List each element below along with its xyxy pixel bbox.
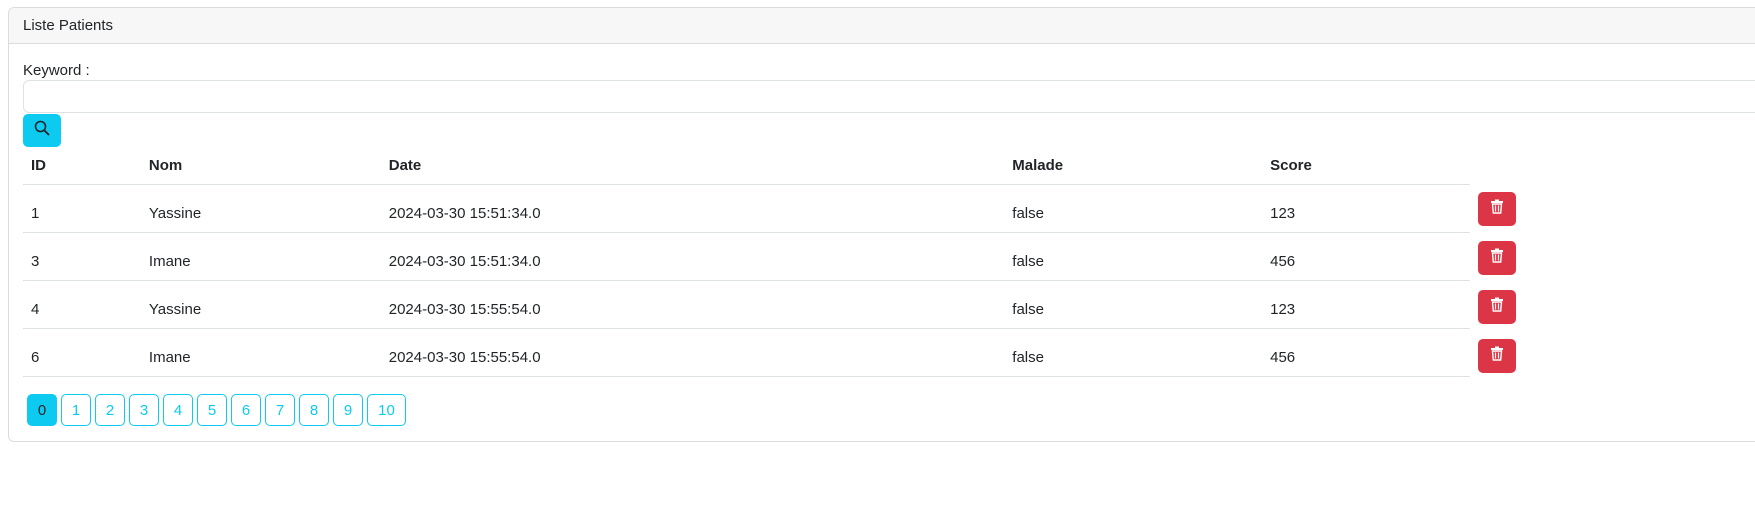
cell-malade: false [1004, 328, 1263, 377]
patients-table-wrap: ID Nom Date Malade Score 1 Yassine 2024-… [23, 147, 1755, 377]
search-button[interactable] [23, 114, 61, 147]
cell-date: 2024-03-30 15:51:34.0 [380, 232, 1005, 281]
cell-score: 456 [1262, 328, 1470, 377]
table-row: 1 Yassine 2024-03-30 15:51:34.0 false 12… [23, 184, 1470, 233]
table-row: 6 Imane 2024-03-30 15:55:54.0 false 456 [23, 328, 1470, 377]
cell-score: 123 [1262, 280, 1470, 329]
trash-icon [1490, 199, 1504, 219]
page-button-1[interactable]: 1 [61, 394, 91, 426]
patients-table: ID Nom Date Malade Score 1 Yassine 2024-… [23, 147, 1470, 377]
page-button-7[interactable]: 7 [265, 394, 295, 426]
cell-nom: Imane [140, 232, 381, 281]
header-nom: Nom [140, 147, 381, 185]
delete-button[interactable] [1478, 339, 1516, 373]
cell-malade: false [1004, 232, 1263, 281]
delete-button-row-2-wrap [1478, 241, 1516, 275]
page-button-0[interactable]: 0 [27, 394, 57, 426]
search-icon [34, 120, 50, 141]
cell-id: 4 [23, 280, 141, 329]
page-button-6[interactable]: 6 [231, 394, 261, 426]
page-button-8[interactable]: 8 [299, 394, 329, 426]
patients-card: Liste Patients Keyword : ID Nom Date Mal… [8, 7, 1755, 442]
cell-score: 456 [1262, 232, 1470, 281]
pagination: 0 1 2 3 4 5 6 7 8 9 10 [27, 394, 406, 426]
cell-nom: Yassine [140, 280, 381, 329]
delete-button-row-1-wrap [1478, 192, 1516, 226]
cell-nom: Imane [140, 328, 381, 377]
page-button-10[interactable]: 10 [367, 394, 406, 426]
header-malade: Malade [1004, 147, 1263, 185]
table-row: 4 Yassine 2024-03-30 15:55:54.0 false 12… [23, 280, 1470, 329]
keyword-input[interactable] [23, 80, 1755, 113]
cell-id: 3 [23, 232, 141, 281]
page-button-3[interactable]: 3 [129, 394, 159, 426]
delete-button-row-3-wrap [1478, 290, 1516, 324]
page-button-2[interactable]: 2 [95, 394, 125, 426]
keyword-label: Keyword : [23, 62, 90, 79]
cell-date: 2024-03-30 15:55:54.0 [380, 280, 1005, 329]
page-button-4[interactable]: 4 [163, 394, 193, 426]
cell-date: 2024-03-30 15:51:34.0 [380, 184, 1005, 233]
header-score: Score [1262, 147, 1470, 185]
page-button-9[interactable]: 9 [333, 394, 363, 426]
delete-button[interactable] [1478, 192, 1516, 226]
cell-nom: Yassine [140, 184, 381, 233]
table-row: 3 Imane 2024-03-30 15:51:34.0 false 456 [23, 232, 1470, 281]
delete-button[interactable] [1478, 290, 1516, 324]
trash-icon [1490, 346, 1504, 366]
header-date: Date [380, 147, 1005, 185]
delete-button-row-4-wrap [1478, 339, 1516, 373]
cell-id: 1 [23, 184, 141, 233]
delete-button[interactable] [1478, 241, 1516, 275]
table-header-row: ID Nom Date Malade Score [23, 147, 1470, 185]
cell-id: 6 [23, 328, 141, 377]
header-id: ID [23, 147, 141, 185]
cell-score: 123 [1262, 184, 1470, 233]
trash-icon [1490, 248, 1504, 268]
cell-date: 2024-03-30 15:55:54.0 [380, 328, 1005, 377]
page-button-5[interactable]: 5 [197, 394, 227, 426]
trash-icon [1490, 297, 1504, 317]
cell-malade: false [1004, 184, 1263, 233]
card-title: Liste Patients [9, 8, 1755, 44]
cell-malade: false [1004, 280, 1263, 329]
